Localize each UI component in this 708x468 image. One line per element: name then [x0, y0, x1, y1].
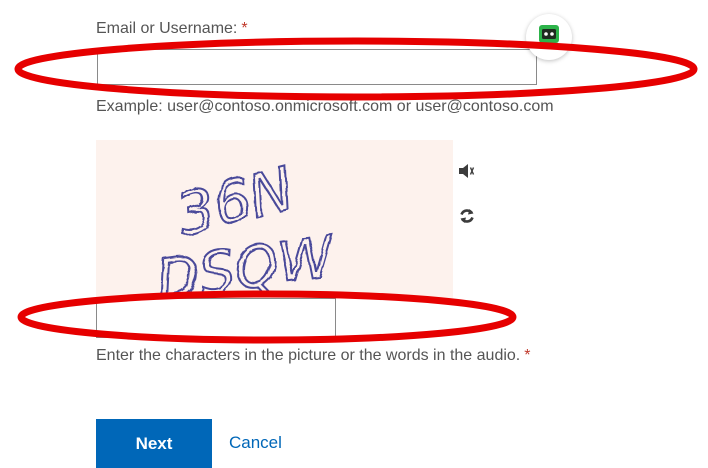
next-button[interactable]: Next: [96, 419, 212, 468]
email-example-text: Example: user@contoso.onmicrosoft.com or…: [96, 98, 554, 115]
captcha-required-marker: *: [524, 347, 531, 364]
password-manager-button[interactable]: [526, 14, 572, 60]
page: Email or Username: * Example: user@contos…: [0, 0, 708, 468]
email-required-marker: *: [241, 20, 248, 37]
email-label-text: Email or Username:: [96, 20, 238, 37]
cancel-link[interactable]: Cancel: [229, 433, 282, 453]
password-manager-icon: [539, 25, 559, 43]
email-label: Email or Username: *: [96, 20, 248, 38]
captcha-drawing: 36N DSQW: [150, 153, 340, 314]
captcha-image: 36N DSQW: [96, 140, 453, 314]
captcha-hint: Enter the characters in the picture or t…: [96, 347, 530, 365]
speaker-icon[interactable]: [458, 162, 476, 180]
email-field[interactable]: [97, 49, 537, 85]
captcha-hint-text: Enter the characters in the picture or t…: [96, 347, 521, 364]
captcha-field[interactable]: [96, 298, 336, 338]
captcha-line-2: DSQW: [151, 223, 339, 298]
refresh-icon[interactable]: [459, 207, 475, 225]
